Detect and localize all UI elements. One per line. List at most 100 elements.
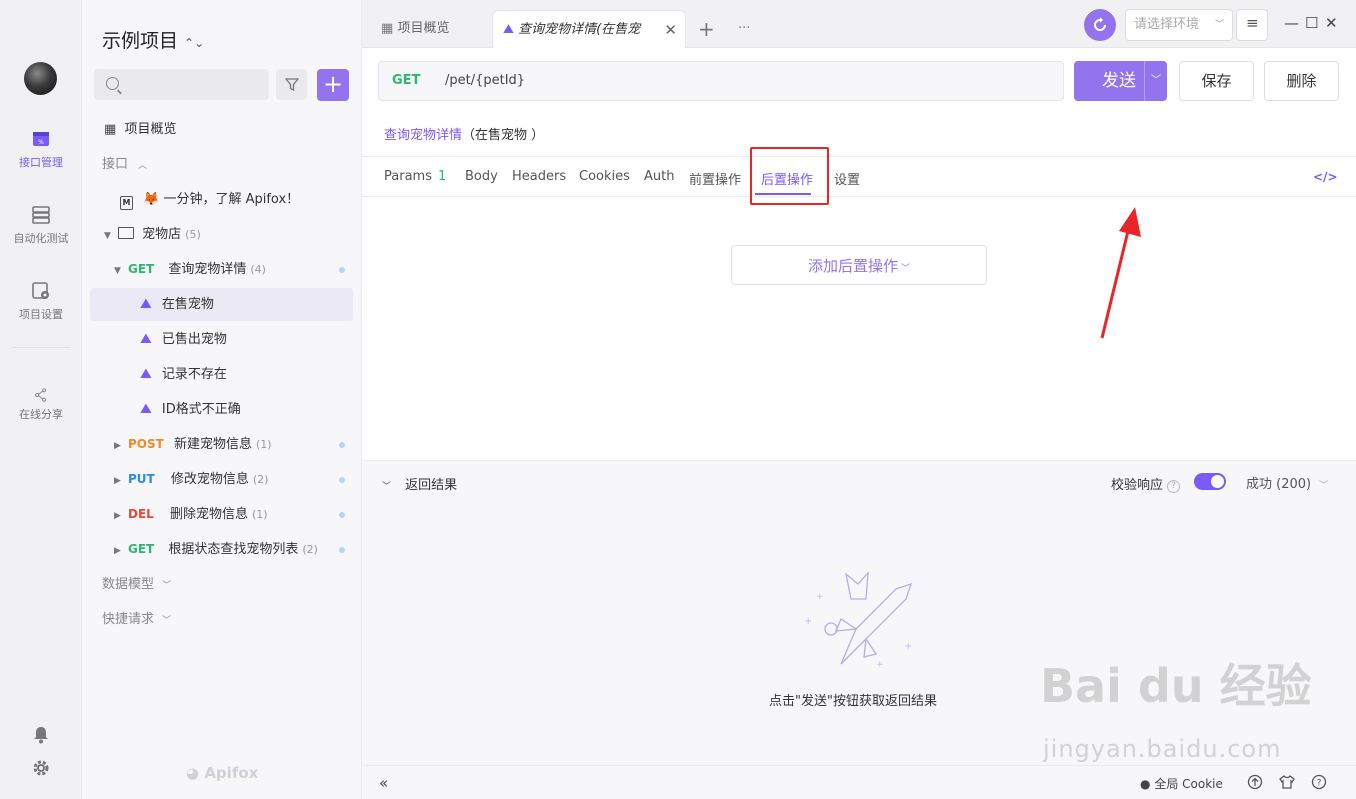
section-api-label: 接口 (102, 157, 129, 172)
bell-icon[interactable] (33, 726, 49, 744)
tree-folder-petstore[interactable]: ▼ 宠物店 (5) (90, 218, 353, 251)
code-icon[interactable]: </> (1313, 170, 1338, 184)
section-api-toggle[interactable]: 接口 ︿ (90, 148, 353, 181)
search-input[interactable] (94, 69, 269, 100)
automation-icon (32, 206, 50, 224)
filter-button[interactable] (276, 69, 307, 100)
send-dropdown-chevron-icon[interactable]: ﹀ (1144, 61, 1167, 101)
tree-item-intro-doc[interactable]: M 🦊 一分钟，了解 Apifox！ (90, 183, 353, 216)
shirt-icon[interactable] (1279, 774, 1295, 790)
delete-button[interactable]: 删除 (1264, 61, 1339, 101)
tree-endpoint-put-pet[interactable]: ▶ PUT 修改宠物信息 (2) (90, 463, 353, 496)
svg-text:+: + (876, 660, 884, 669)
save-button[interactable]: 保存 (1179, 61, 1254, 101)
new-tab-button[interactable]: + (698, 10, 715, 48)
endpoint-name: 新建宠物信息 (173, 437, 252, 452)
tab-project-overview[interactable]: ▦ 项目概览 (381, 10, 449, 48)
environment-select[interactable]: 请选择环境 ﹀ (1125, 9, 1233, 41)
maximize-icon[interactable]: ☐ (1305, 14, 1318, 32)
gear-icon[interactable] (32, 759, 50, 777)
send-button[interactable]: 发送 ﹀ (1074, 61, 1167, 101)
tree-case-not-found[interactable]: ⛰ 记录不存在 (90, 358, 353, 391)
status-label: 成功 (200) (1246, 477, 1312, 492)
tab-label: 项目概览 (397, 21, 450, 36)
rail-label: 自动化测试 (13, 232, 69, 245)
chevron-updown-icon: ⌃⌄ (184, 36, 205, 50)
chevron-down-icon: ﹀ (162, 616, 172, 626)
case-icon: ⛰ (140, 366, 152, 382)
rail-divider (12, 347, 70, 348)
project-name: 示例项目 (102, 30, 179, 52)
url-input[interactable]: GET /pet/{petId} (378, 61, 1064, 101)
rail-label: 在线分享 (19, 408, 63, 421)
case-name: 在售宠物 (161, 297, 214, 312)
response-status-select[interactable]: 成功 (200) ﹀ (1246, 473, 1328, 492)
hamburger-icon: ≡ (1246, 14, 1259, 32)
tree-endpoint-get-by-status[interactable]: ▶ GET 根据状态查找宠物列表 (2) (90, 533, 353, 566)
avatar[interactable] (24, 62, 57, 95)
case-name: 已售出宠物 (161, 332, 227, 347)
case-icon: ⛰ (140, 296, 152, 312)
method-select[interactable]: GET (392, 73, 420, 88)
endpoint-count: (1) (251, 508, 268, 521)
tab-cookies[interactable]: Cookies (579, 169, 630, 184)
case-icon: ⛰ (503, 22, 514, 37)
grid-icon: ▦ (381, 21, 394, 36)
env-menu-button[interactable]: ≡ (1236, 9, 1268, 41)
rail-item-automation[interactable]: 自动化测试 (0, 206, 82, 246)
add-post-operation-button[interactable]: 添加后置操作 ﹀ (731, 245, 987, 285)
tab-pre-operations[interactable]: 前置操作 (689, 169, 741, 188)
rail-item-share[interactable]: 在线分享 (0, 388, 82, 422)
folder-icon (118, 227, 134, 239)
endpoint-link[interactable]: 查询宠物详情 (384, 128, 462, 143)
watermark-url: jingyan.baidu.com (1043, 735, 1282, 763)
tab-params[interactable]: Params 1 (384, 169, 446, 184)
response-toggle[interactable]: ﹀ 返回结果 (382, 474, 457, 493)
tab-label: Params (384, 169, 432, 184)
tree-endpoint-post-pet[interactable]: ▶ POST 新建宠物信息 (1) (90, 428, 353, 461)
verify-toggle[interactable] (1194, 473, 1226, 490)
tab-current-request[interactable]: ⛰ 查询宠物详情(在售宠 ✕ (492, 10, 686, 48)
annotation-arrow-icon (1100, 207, 1141, 339)
tab-headers[interactable]: Headers (512, 169, 566, 184)
sidebar-item-project-overview[interactable]: ▦ 项目概览 (90, 113, 353, 146)
section-data-model[interactable]: 数据模型 ﹀ (90, 568, 353, 601)
response-title: 返回结果 (405, 478, 458, 493)
tree-endpoint-del-pet[interactable]: ▶ DEL 删除宠物信息 (1) (90, 498, 353, 531)
global-cookie-button[interactable]: ● 全局 Cookie (1140, 775, 1223, 792)
tree-case-on-sale[interactable]: ⛰ 在售宠物 (90, 288, 353, 321)
minimize-icon[interactable]: — (1284, 14, 1299, 32)
params-count: 1 (437, 169, 447, 184)
rail-item-project-settings[interactable]: 项目设置 (0, 282, 82, 322)
method-badge: GET (128, 542, 155, 556)
annotation-highlight-box (750, 147, 829, 205)
tree-endpoint-get-pet[interactable]: ▼ GET 查询宠物详情 (4) (90, 253, 353, 286)
case-icon: ⛰ (140, 401, 152, 417)
collapse-sidebar-icon[interactable]: « (379, 774, 388, 792)
rail-label: 接口管理 (19, 156, 63, 169)
tab-settings[interactable]: 设置 (834, 169, 860, 188)
status-dot (339, 477, 345, 483)
logo-text: Apifox (204, 764, 259, 782)
add-post-op-label: 添加后置操作 (807, 257, 898, 275)
section-quick-request[interactable]: 快捷请求 ﹀ (90, 603, 353, 636)
project-switcher[interactable]: 示例项目 ⌃⌄ (102, 26, 204, 53)
help-circle-icon[interactable]: ? (1311, 774, 1327, 790)
rail-item-api-management[interactable]: % 接口管理 (0, 130, 82, 170)
upload-icon[interactable] (1247, 774, 1263, 790)
more-tabs-button[interactable]: ··· (738, 10, 750, 48)
chevron-down-icon: ﹀ (1214, 20, 1224, 30)
grid-icon: ▦ (104, 122, 117, 137)
endpoint-count: (2) (302, 543, 318, 556)
case-name: （在售宠物 ） (462, 128, 545, 143)
left-rail: % 接口管理 自动化测试 项目设置 在线分享 (0, 0, 82, 799)
close-icon[interactable]: ✕ (664, 11, 677, 49)
sync-button[interactable] (1084, 9, 1116, 41)
window-close-icon[interactable]: ✕ (1325, 14, 1338, 32)
tree-case-sold[interactable]: ⛰ 已售出宠物 (90, 323, 353, 356)
tab-body[interactable]: Body (465, 169, 498, 184)
help-icon[interactable]: ? (1167, 480, 1181, 493)
add-button[interactable]: + (317, 69, 349, 101)
tab-auth[interactable]: Auth (644, 169, 674, 184)
tree-case-bad-id[interactable]: ⛰ ID格式不正确 (90, 393, 353, 426)
